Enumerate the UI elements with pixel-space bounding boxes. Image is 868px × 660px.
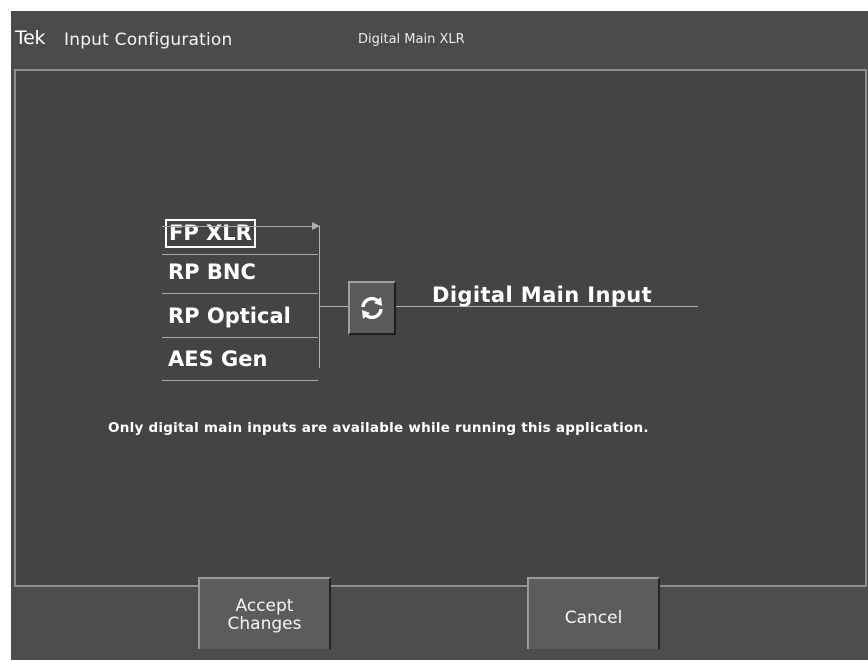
input-bracket-line: [319, 226, 320, 368]
input-to-switch-connector: [319, 306, 348, 307]
current-input-status: Digital Main XLR: [358, 32, 465, 47]
input-option-rp-optical[interactable]: RP Optical: [162, 295, 318, 338]
input-option-label: FP XLR: [165, 219, 256, 248]
brand-logo: Tek: [15, 27, 46, 49]
page-title: Input Configuration: [64, 30, 233, 50]
output-label: Digital Main Input: [432, 283, 653, 307]
refresh-icon: [361, 296, 383, 320]
input-option-label: RP Optical: [168, 304, 291, 328]
accept-changes-button[interactable]: Accept Changes: [198, 577, 331, 649]
main-panel: [14, 69, 867, 587]
footer-bar: [11, 588, 868, 660]
cancel-label: Cancel: [564, 608, 623, 628]
input-configuration-screen: Tek Input Configuration Digital Main XLR: [11, 11, 868, 660]
input-option-fp-xlr[interactable]: FP XLR: [162, 212, 318, 255]
availability-notice: Only digital main inputs are available w…: [108, 420, 649, 436]
input-option-label: AES Gen: [168, 347, 268, 371]
input-option-aes-gen[interactable]: AES Gen: [162, 338, 318, 381]
input-option-label: RP BNC: [168, 260, 256, 284]
input-option-rp-bnc[interactable]: RP BNC: [162, 251, 318, 294]
selected-input-connector: [162, 226, 314, 227]
header-bar: Tek Input Configuration Digital Main XLR: [11, 11, 868, 69]
accept-changes-label: Accept Changes: [227, 596, 302, 634]
cycle-input-button[interactable]: [348, 281, 396, 335]
cancel-button[interactable]: Cancel: [527, 577, 660, 649]
